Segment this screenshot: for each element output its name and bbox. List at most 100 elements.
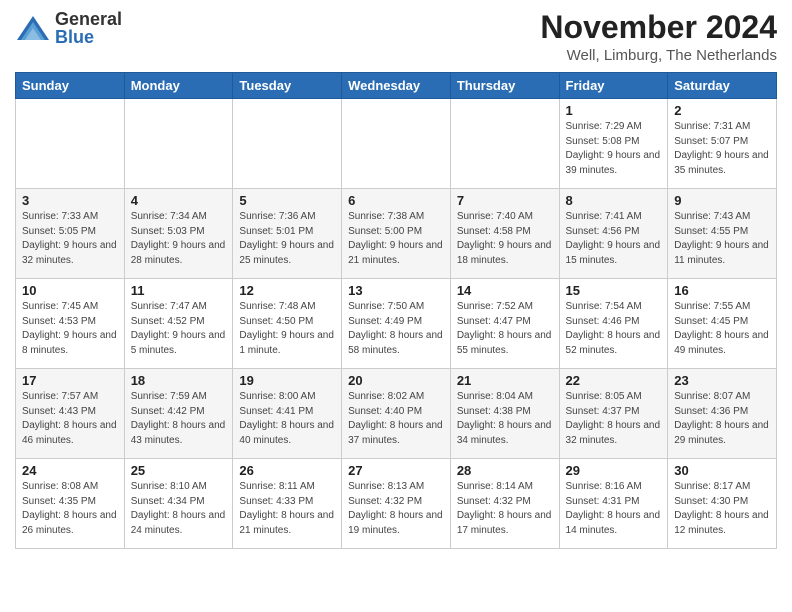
- day-cell: 22 Sunrise: 8:05 AM Sunset: 4:37 PM Dayli…: [559, 369, 668, 459]
- day-number: 13: [348, 283, 444, 298]
- week-row-3: 10 Sunrise: 7:45 AM Sunset: 4:53 PM Dayli…: [16, 279, 777, 369]
- day-number: 10: [22, 283, 118, 298]
- day-cell: 20 Sunrise: 8:02 AM Sunset: 4:40 PM Dayli…: [342, 369, 451, 459]
- logo-general-text: General: [55, 10, 122, 28]
- day-info: Sunrise: 8:10 AM Sunset: 4:34 PM Dayligh…: [131, 480, 227, 538]
- title-block: November 2024 Well, Limburg, The Netherl…: [540, 10, 777, 64]
- day-info: Sunrise: 8:04 AM Sunset: 4:38 PM Dayligh…: [457, 390, 553, 448]
- day-number: 20: [348, 373, 444, 388]
- day-cell: 21Sunrise: 8:04 AM Sunset: 4:38 PM Dayli…: [450, 369, 559, 459]
- week-row-4: 17 Sunrise: 7:57 AM Sunset: 4:43 PM Dayli…: [16, 369, 777, 459]
- day-info: Sunrise: 7:43 AM Sunset: 4:55 PM Dayligh…: [674, 210, 770, 268]
- day-number: 26: [239, 463, 335, 478]
- logo: General Blue: [15, 10, 122, 46]
- day-info: Sunrise: 7:52 AM Sunset: 4:47 PM Dayligh…: [457, 300, 553, 358]
- weekday-sunday: Sunday: [16, 73, 125, 99]
- day-cell: 19 Sunrise: 8:00 AM Sunset: 4:41 PM Dayli…: [233, 369, 342, 459]
- day-number: 15: [566, 283, 662, 298]
- day-number: 27: [348, 463, 444, 478]
- weekday-thursday: Thursday: [450, 73, 559, 99]
- day-number: 30: [674, 463, 770, 478]
- day-cell: 9 Sunrise: 7:43 AM Sunset: 4:55 PM Daylig…: [668, 189, 777, 279]
- day-number: 7: [457, 193, 553, 208]
- week-row-1: 1 Sunrise: 7:29 AM Sunset: 5:08 PM Daylig…: [16, 99, 777, 189]
- day-number: 19: [239, 373, 335, 388]
- day-info: Sunrise: 8:05 AM Sunset: 4:37 PM Dayligh…: [566, 390, 662, 448]
- day-info: Sunrise: 8:16 AM Sunset: 4:31 PM Dayligh…: [566, 480, 662, 538]
- day-cell: 6 Sunrise: 7:38 AM Sunset: 5:00 PM Daylig…: [342, 189, 451, 279]
- calendar-body: 1 Sunrise: 7:29 AM Sunset: 5:08 PM Daylig…: [16, 99, 777, 549]
- day-cell: [16, 99, 125, 189]
- day-info: Sunrise: 7:45 AM Sunset: 4:53 PM Dayligh…: [22, 300, 118, 358]
- calendar-title: November 2024: [540, 10, 777, 45]
- day-cell: 8Sunrise: 7:41 AM Sunset: 4:56 PM Daylig…: [559, 189, 668, 279]
- day-info: Sunrise: 8:17 AM Sunset: 4:30 PM Dayligh…: [674, 480, 770, 538]
- logo-text: General Blue: [55, 10, 122, 46]
- day-number: 2: [674, 103, 770, 118]
- day-cell: 23 Sunrise: 8:07 AM Sunset: 4:36 PM Dayli…: [668, 369, 777, 459]
- day-info: Sunrise: 7:55 AM Sunset: 4:45 PM Dayligh…: [674, 300, 770, 358]
- day-number: 22: [566, 373, 662, 388]
- day-info: Sunrise: 8:08 AM Sunset: 4:35 PM Dayligh…: [22, 480, 118, 538]
- day-cell: 26 Sunrise: 8:11 AM Sunset: 4:33 PM Dayli…: [233, 459, 342, 549]
- day-info: Sunrise: 7:38 AM Sunset: 5:00 PM Dayligh…: [348, 210, 444, 268]
- day-cell: 13Sunrise: 7:50 AM Sunset: 4:49 PM Dayli…: [342, 279, 451, 369]
- day-number: 3: [22, 193, 118, 208]
- day-number: 6: [348, 193, 444, 208]
- day-number: 17: [22, 373, 118, 388]
- day-cell: 18 Sunrise: 7:59 AM Sunset: 4:42 PM Dayli…: [124, 369, 233, 459]
- day-number: 25: [131, 463, 227, 478]
- day-info: Sunrise: 8:13 AM Sunset: 4:32 PM Dayligh…: [348, 480, 444, 538]
- week-row-2: 3 Sunrise: 7:33 AM Sunset: 5:05 PM Daylig…: [16, 189, 777, 279]
- day-cell: 16Sunrise: 7:55 AM Sunset: 4:45 PM Dayli…: [668, 279, 777, 369]
- day-number: 1: [566, 103, 662, 118]
- day-number: 29: [566, 463, 662, 478]
- day-cell: [233, 99, 342, 189]
- day-info: Sunrise: 8:14 AM Sunset: 4:32 PM Dayligh…: [457, 480, 553, 538]
- day-number: 4: [131, 193, 227, 208]
- calendar-subtitle: Well, Limburg, The Netherlands: [540, 47, 777, 64]
- day-cell: 25 Sunrise: 8:10 AM Sunset: 4:34 PM Dayli…: [124, 459, 233, 549]
- day-info: Sunrise: 8:02 AM Sunset: 4:40 PM Dayligh…: [348, 390, 444, 448]
- day-number: 9: [674, 193, 770, 208]
- day-cell: 2 Sunrise: 7:31 AM Sunset: 5:07 PM Daylig…: [668, 99, 777, 189]
- day-cell: 15 Sunrise: 7:54 AM Sunset: 4:46 PM Dayli…: [559, 279, 668, 369]
- calendar-header: SundayMondayTuesdayWednesdayThursdayFrid…: [16, 73, 777, 99]
- day-cell: 24 Sunrise: 8:08 AM Sunset: 4:35 PM Dayli…: [16, 459, 125, 549]
- page: General Blue November 2024 Well, Limburg…: [0, 0, 792, 564]
- day-cell: 28Sunrise: 8:14 AM Sunset: 4:32 PM Dayli…: [450, 459, 559, 549]
- day-cell: 27 Sunrise: 8:13 AM Sunset: 4:32 PM Dayli…: [342, 459, 451, 549]
- day-info: Sunrise: 8:00 AM Sunset: 4:41 PM Dayligh…: [239, 390, 335, 448]
- day-cell: 5Sunrise: 7:36 AM Sunset: 5:01 PM Daylig…: [233, 189, 342, 279]
- day-cell: 30 Sunrise: 8:17 AM Sunset: 4:30 PM Dayli…: [668, 459, 777, 549]
- day-info: Sunrise: 8:07 AM Sunset: 4:36 PM Dayligh…: [674, 390, 770, 448]
- day-info: Sunrise: 7:29 AM Sunset: 5:08 PM Dayligh…: [566, 120, 662, 178]
- day-info: Sunrise: 7:36 AM Sunset: 5:01 PM Dayligh…: [239, 210, 335, 268]
- day-info: Sunrise: 7:41 AM Sunset: 4:56 PM Dayligh…: [566, 210, 662, 268]
- day-number: 24: [22, 463, 118, 478]
- logo-icon: [15, 14, 51, 42]
- day-cell: 14Sunrise: 7:52 AM Sunset: 4:47 PM Dayli…: [450, 279, 559, 369]
- day-info: Sunrise: 7:59 AM Sunset: 4:42 PM Dayligh…: [131, 390, 227, 448]
- day-info: Sunrise: 8:11 AM Sunset: 4:33 PM Dayligh…: [239, 480, 335, 538]
- day-cell: 1 Sunrise: 7:29 AM Sunset: 5:08 PM Daylig…: [559, 99, 668, 189]
- day-number: 12: [239, 283, 335, 298]
- day-info: Sunrise: 7:47 AM Sunset: 4:52 PM Dayligh…: [131, 300, 227, 358]
- day-cell: 12 Sunrise: 7:48 AM Sunset: 4:50 PM Dayli…: [233, 279, 342, 369]
- day-number: 23: [674, 373, 770, 388]
- day-cell: [342, 99, 451, 189]
- weekday-saturday: Saturday: [668, 73, 777, 99]
- day-cell: 17 Sunrise: 7:57 AM Sunset: 4:43 PM Dayli…: [16, 369, 125, 459]
- day-cell: 10 Sunrise: 7:45 AM Sunset: 4:53 PM Dayli…: [16, 279, 125, 369]
- day-cell: 29 Sunrise: 8:16 AM Sunset: 4:31 PM Dayli…: [559, 459, 668, 549]
- calendar-table: SundayMondayTuesdayWednesdayThursdayFrid…: [15, 72, 777, 549]
- day-cell: 4Sunrise: 7:34 AM Sunset: 5:03 PM Daylig…: [124, 189, 233, 279]
- day-info: Sunrise: 7:57 AM Sunset: 4:43 PM Dayligh…: [22, 390, 118, 448]
- day-cell: [450, 99, 559, 189]
- day-number: 18: [131, 373, 227, 388]
- day-info: Sunrise: 7:33 AM Sunset: 5:05 PM Dayligh…: [22, 210, 118, 268]
- day-info: Sunrise: 7:31 AM Sunset: 5:07 PM Dayligh…: [674, 120, 770, 178]
- day-info: Sunrise: 7:48 AM Sunset: 4:50 PM Dayligh…: [239, 300, 335, 358]
- weekday-monday: Monday: [124, 73, 233, 99]
- day-info: Sunrise: 7:54 AM Sunset: 4:46 PM Dayligh…: [566, 300, 662, 358]
